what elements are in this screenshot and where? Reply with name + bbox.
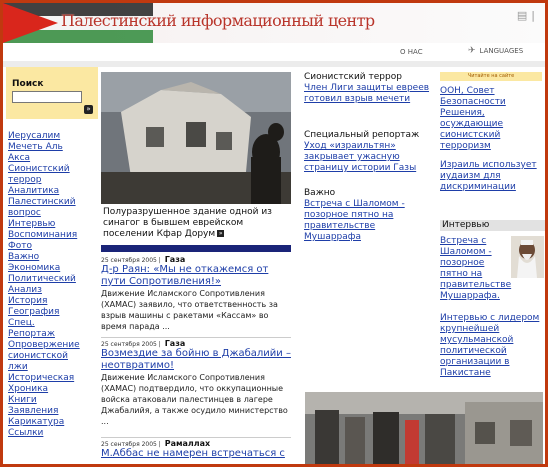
menu-item[interactable]: Иерусалим bbox=[8, 131, 100, 142]
news-title[interactable]: Возмездие за бойню в Джабалийи – неотвра… bbox=[101, 348, 291, 372]
menu-item[interactable]: Заявления bbox=[8, 406, 100, 417]
related-links: ООН, Совет Безопасности Решения, осуждаю… bbox=[440, 86, 544, 193]
news-text: Движение Исламского Сопротивления (ХАМАС… bbox=[101, 289, 278, 331]
news-location: Рамаллах bbox=[164, 439, 211, 448]
interview-heading: Интервью bbox=[440, 220, 545, 231]
menu-item[interactable]: Хроника bbox=[8, 384, 100, 395]
menu-item[interactable]: Политический bbox=[8, 274, 100, 285]
section-block: Специальный репортаж Уход «израильтян» з… bbox=[304, 130, 434, 174]
section-block: Сионистский террор Член Лиги защиты евре… bbox=[304, 72, 434, 105]
menu-item[interactable]: вопрос bbox=[8, 208, 100, 219]
hero-photo[interactable] bbox=[101, 72, 291, 204]
news-item: 25 сентября 2005 | Рамаллах М.Аббас не н… bbox=[101, 439, 291, 460]
news-item: 25 сентября 2005 | Газа Д-р Раян: «Мы не… bbox=[101, 255, 291, 332]
street-scene-photo bbox=[305, 392, 543, 464]
languages-link[interactable]: ✈ LANGUAGES bbox=[468, 46, 523, 56]
banner-icons: ▤ | bbox=[517, 9, 535, 22]
news-item: 25 сентября 2005 | Газа Возмездие за бой… bbox=[101, 339, 291, 427]
print-icon[interactable]: ▤ bbox=[517, 9, 527, 22]
menu-item[interactable]: Ссылки bbox=[8, 428, 100, 439]
share-icon[interactable]: | bbox=[531, 9, 535, 22]
menu-item[interactable]: Опровержение bbox=[8, 340, 100, 351]
news-location: Газа bbox=[164, 255, 186, 264]
interview-links: Встреча с Шаломом - позорное пятно на пр… bbox=[440, 236, 511, 302]
news-header-bar bbox=[101, 245, 291, 252]
menu-item[interactable]: Воспоминания bbox=[8, 230, 100, 241]
interview-link[interactable]: Интервью с лидером крупнейшей мусульманс… bbox=[440, 313, 544, 379]
more-arrow-icon[interactable]: » bbox=[217, 230, 225, 237]
top-nav: О НАС ✈ LANGUAGES bbox=[3, 43, 545, 61]
section-heading: Важно bbox=[304, 188, 336, 198]
about-link[interactable]: О НАС bbox=[400, 48, 423, 56]
section-block: Важно Встреча с Шаломом - позорное пятно… bbox=[304, 188, 434, 243]
news-meta: 25 сентября 2005 | Газа bbox=[101, 255, 186, 264]
languages-label: LANGUAGES bbox=[479, 47, 524, 55]
news-date: 25 сентября 2005 bbox=[101, 257, 157, 264]
news-title[interactable]: Д-р Раян: «Мы не откажемся от пути Сопро… bbox=[101, 264, 291, 288]
menu-item[interactable]: Карикатура bbox=[8, 417, 100, 428]
menu-item[interactable]: Книги bbox=[8, 395, 100, 406]
site-banner: Палестинский информационный центр ▤ | bbox=[3, 3, 545, 43]
menu-item[interactable]: Сионистский bbox=[8, 164, 100, 175]
bottom-photo[interactable] bbox=[305, 392, 543, 464]
portrait-image bbox=[511, 236, 544, 278]
menu-item[interactable]: География bbox=[8, 307, 100, 318]
menu-item[interactable]: сионистской bbox=[8, 351, 100, 362]
search-title: Поиск bbox=[12, 79, 44, 89]
news-text: Движение Исламского Сопротивления (ХАМАС… bbox=[101, 373, 288, 426]
left-sidebar: Поиск » Иерусалим Мечеть Аль Акса Сионис… bbox=[6, 67, 98, 464]
ruined-building-photo bbox=[101, 72, 291, 204]
site-title[interactable]: Палестинский информационный центр bbox=[61, 11, 375, 30]
news-divider bbox=[101, 337, 291, 338]
menu-item[interactable]: Фото bbox=[8, 241, 100, 252]
hero-caption[interactable]: Полуразрушенное здание одной из синагог … bbox=[103, 207, 291, 240]
search-box: Поиск » bbox=[6, 67, 98, 119]
section-heading: Сионистский террор bbox=[304, 72, 402, 82]
search-go-button[interactable]: » bbox=[84, 105, 93, 114]
news-title[interactable]: М.Аббас не намерен встречаться с bbox=[101, 448, 291, 460]
menu-item[interactable]: лжи bbox=[8, 362, 100, 373]
read-on-site-button[interactable]: Читайте на сайте bbox=[440, 72, 542, 81]
news-location: Газа bbox=[164, 339, 186, 348]
menu-item[interactable]: террор bbox=[8, 175, 100, 186]
related-link[interactable]: Израиль использует иудаизм для дискримин… bbox=[440, 160, 544, 193]
search-input[interactable] bbox=[12, 91, 82, 103]
interview-portrait-photo[interactable] bbox=[511, 236, 544, 278]
menu-item[interactable]: Интервью bbox=[8, 219, 100, 230]
menu-item[interactable]: Важно bbox=[8, 252, 100, 263]
news-meta: 25 сентября 2005 | Рамаллах bbox=[101, 439, 211, 448]
menu-item[interactable]: История bbox=[8, 296, 100, 307]
related-link[interactable]: ООН, Совет Безопасности Решения, осуждаю… bbox=[440, 86, 544, 152]
menu-item[interactable]: Палестинский bbox=[8, 197, 100, 208]
interview-links: Интервью с лидером крупнейшей мусульманс… bbox=[440, 313, 544, 379]
menu-item[interactable]: Аналитика bbox=[8, 186, 100, 197]
menu-item[interactable]: Анализ bbox=[8, 285, 100, 296]
menu-item[interactable]: Репортаж bbox=[8, 329, 100, 340]
news-date: 25 сентября 2005 bbox=[101, 341, 157, 348]
hero-caption-text: Полуразрушенное здание одной из синагог … bbox=[103, 207, 272, 239]
page-frame: Палестинский информационный центр ▤ | О … bbox=[0, 0, 548, 467]
news-divider bbox=[101, 437, 291, 438]
interview-link[interactable]: Встреча с Шаломом - позорное пятно на пр… bbox=[440, 236, 511, 302]
menu-item[interactable]: Акса bbox=[8, 153, 100, 164]
section-link[interactable]: Член Лиги защиты евреев готовил взрыв ме… bbox=[304, 83, 434, 105]
news-meta: 25 сентября 2005 | Газа bbox=[101, 339, 186, 348]
menu-item[interactable]: Спец. bbox=[8, 318, 100, 329]
section-link[interactable]: Уход «израильтян» закрывает ужасную стра… bbox=[304, 141, 434, 174]
section-heading: Специальный репортаж bbox=[304, 130, 420, 140]
menu-item[interactable]: Мечеть Аль bbox=[8, 142, 100, 153]
news-date: 25 сентября 2005 bbox=[101, 441, 157, 448]
menu-item[interactable]: Экономика bbox=[8, 263, 100, 274]
section-menu: Иерусалим Мечеть Аль Акса Сионистский те… bbox=[8, 131, 100, 439]
section-link[interactable]: Встреча с Шаломом - позорное пятно на пр… bbox=[304, 199, 434, 243]
lang-icon: ✈ bbox=[468, 46, 476, 56]
menu-item[interactable]: Историческая bbox=[8, 373, 100, 384]
